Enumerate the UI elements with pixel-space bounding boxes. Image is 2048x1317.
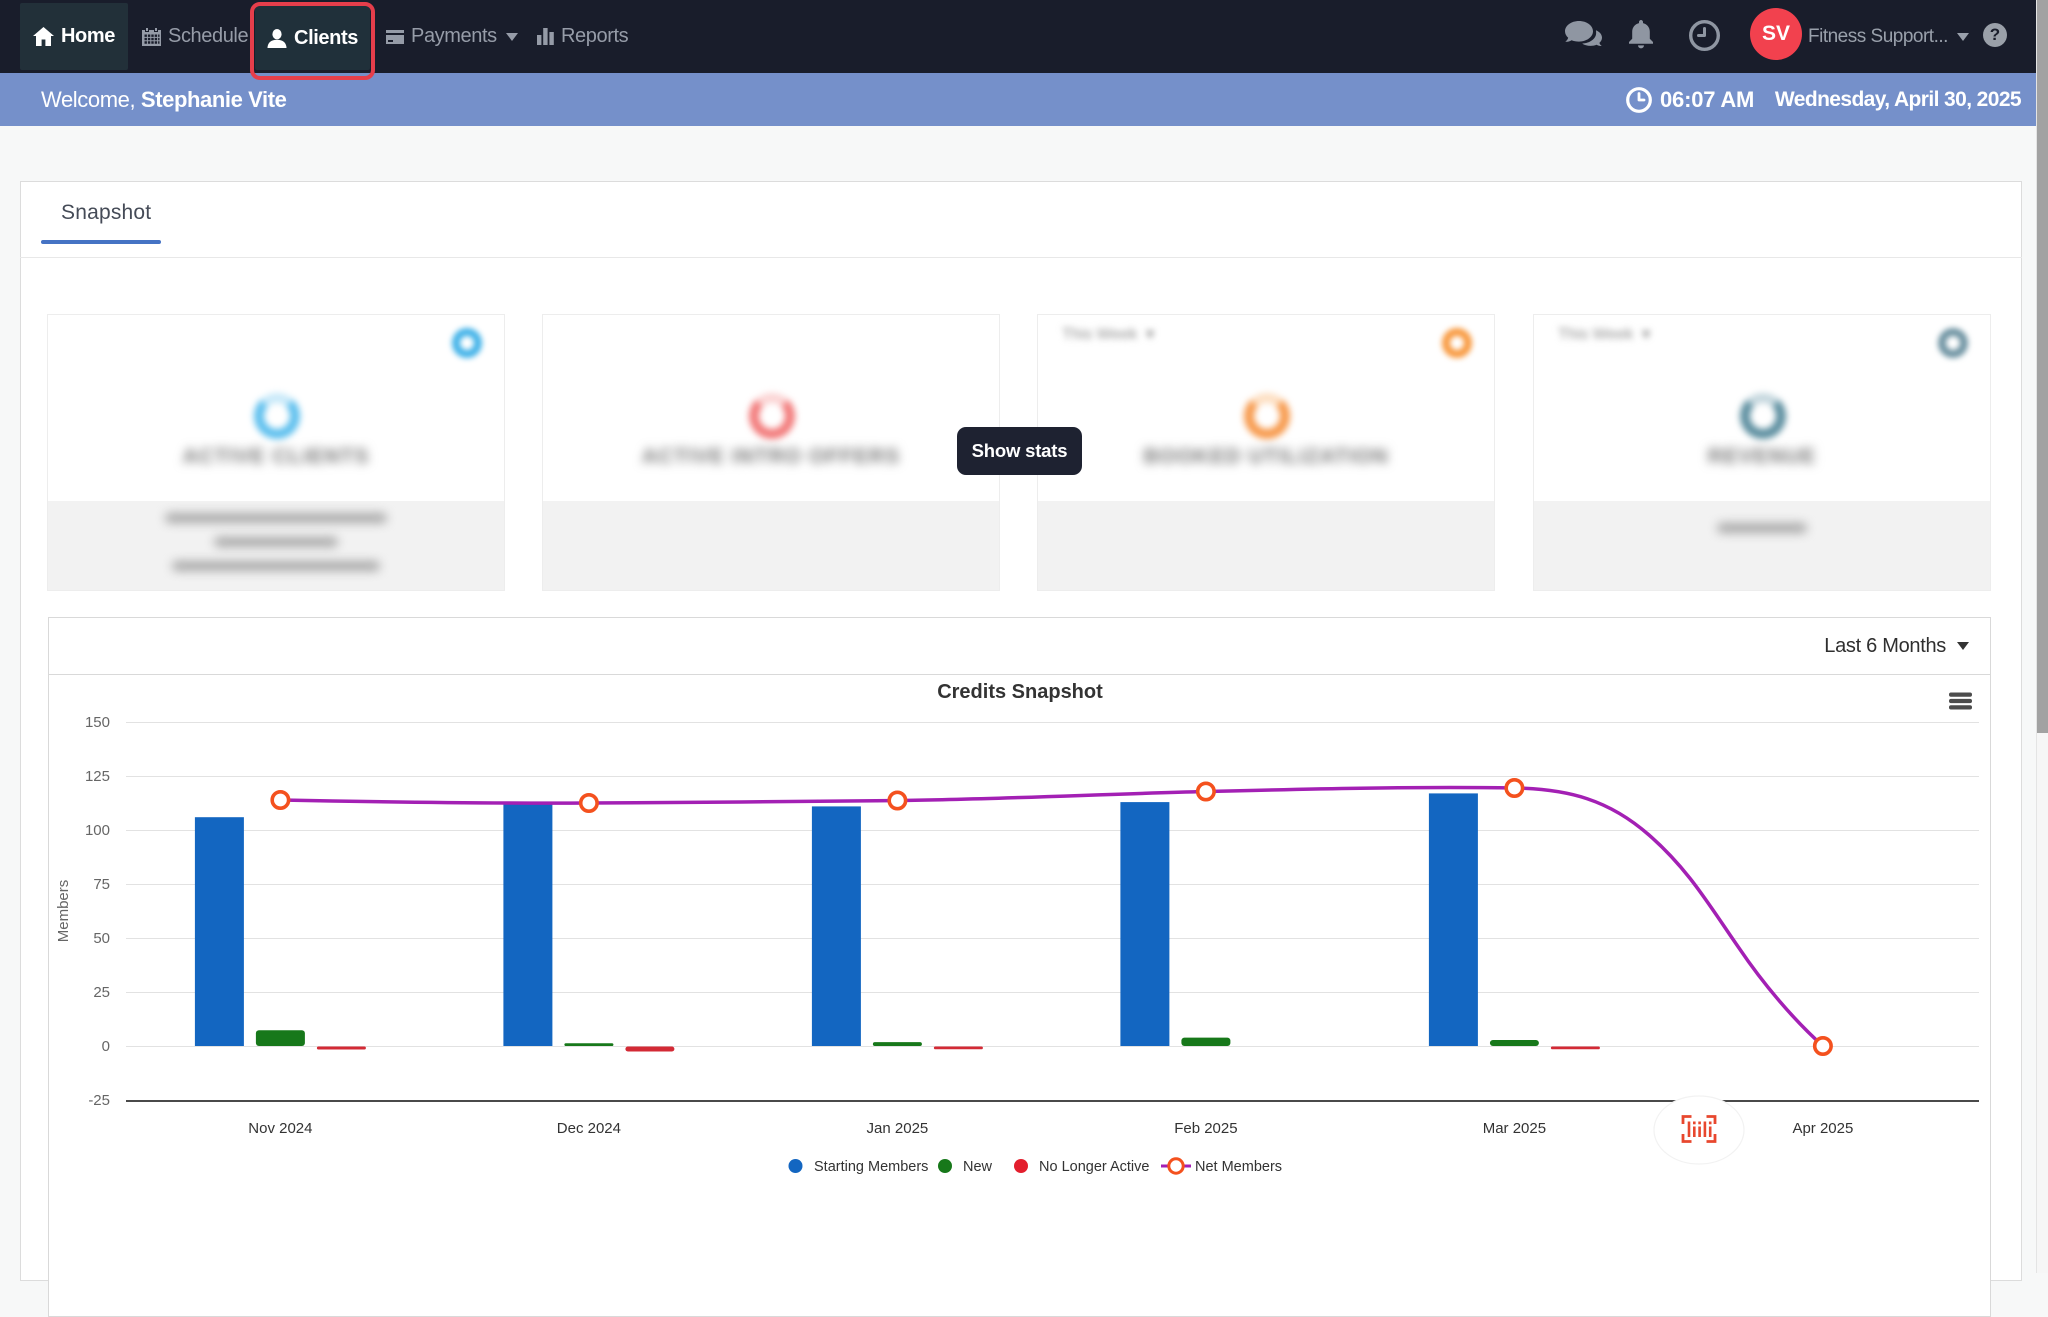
svg-text:Nov 2024: Nov 2024	[248, 1120, 312, 1137]
svg-text:50: 50	[93, 930, 110, 947]
svg-text:Net Members: Net Members	[1195, 1159, 1282, 1175]
svg-text:Jan 2025: Jan 2025	[867, 1120, 929, 1137]
svg-text:100: 100	[85, 822, 110, 839]
svg-text:Apr 2025: Apr 2025	[1792, 1120, 1853, 1137]
svg-text:125: 125	[85, 768, 110, 785]
svg-text:25: 25	[93, 984, 110, 1001]
svg-text:Members: Members	[55, 880, 72, 943]
svg-text:-25: -25	[88, 1092, 110, 1109]
svg-text:New: New	[963, 1159, 993, 1175]
svg-text:Feb 2025: Feb 2025	[1174, 1120, 1237, 1137]
svg-text:75: 75	[93, 876, 110, 893]
svg-text:0: 0	[102, 1038, 110, 1055]
svg-text:Mar 2025: Mar 2025	[1483, 1120, 1546, 1137]
svg-text:Dec 2024: Dec 2024	[557, 1120, 621, 1137]
svg-text:150: 150	[85, 714, 110, 731]
svg-text:Credits Snapshot: Credits Snapshot	[937, 681, 1103, 703]
svg-text:No Longer Active: No Longer Active	[1039, 1159, 1149, 1175]
svg-text:Starting Members: Starting Members	[814, 1159, 928, 1175]
